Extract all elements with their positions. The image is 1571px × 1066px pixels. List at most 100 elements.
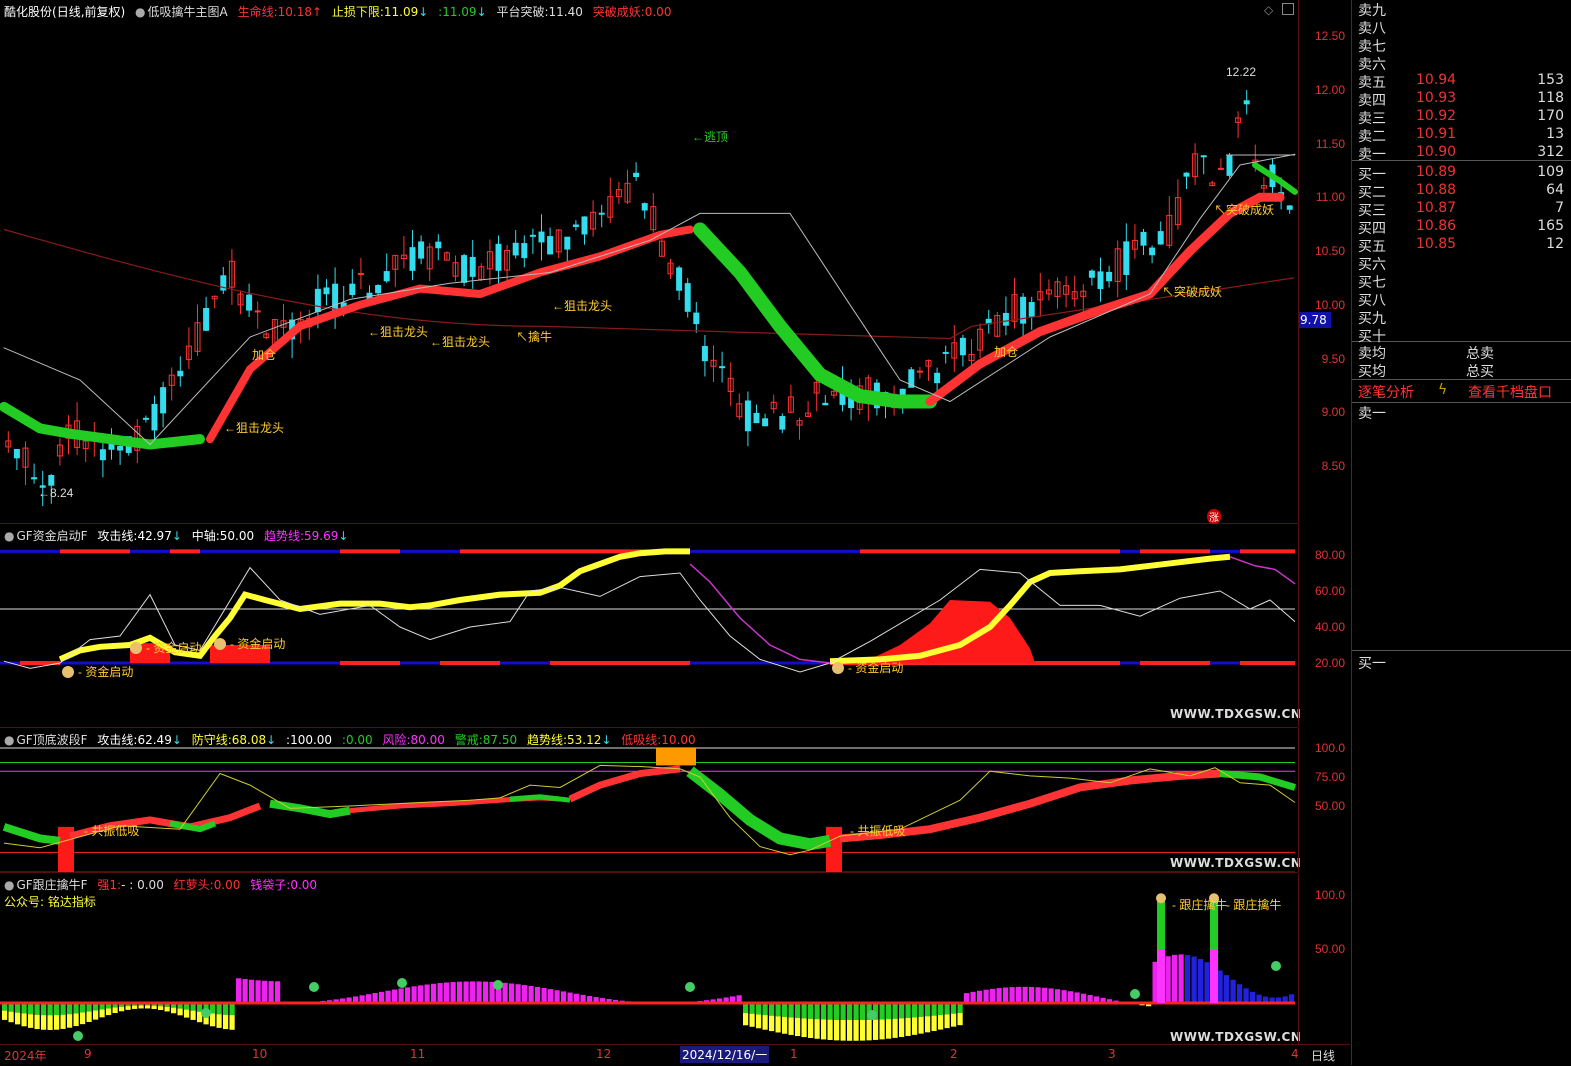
volume-bar-up xyxy=(1062,990,1067,1003)
ask-level-row[interactable]: 卖七 xyxy=(1358,36,1564,54)
indicator1-pane[interactable]: ●GF资金启动F 攻击线:42.97↓ 中轴:50.00 趋势线:59.69↓ … xyxy=(0,524,1298,728)
indicator3-pane[interactable]: ●GF跟庄擒牛F 强1:- : 0.00 红萝头:0.00 钱袋子:0.00 公… xyxy=(0,873,1298,1044)
volume-bar-down-green xyxy=(776,1003,781,1016)
volume-bar-down-yellow xyxy=(9,1012,14,1023)
volume-bar-up xyxy=(418,985,423,1003)
trend-line-end xyxy=(1230,557,1295,584)
volume-bar-up xyxy=(971,992,976,1003)
bid-level-row[interactable]: 买一10.89109 xyxy=(1358,164,1564,182)
ask-level-row[interactable]: 卖九 xyxy=(1358,0,1564,18)
bid-level-row[interactable]: 买二10.8864 xyxy=(1358,182,1564,200)
volume-bar-down-yellow xyxy=(61,1015,66,1029)
level-label: 买一 xyxy=(1358,164,1386,184)
follow-bull-label: - 跟庄擒牛 xyxy=(1226,897,1281,912)
ask-level-row[interactable]: 卖四10.93118 xyxy=(1358,90,1564,108)
volume-bar-down-yellow xyxy=(841,1020,846,1041)
x-label-sep: 9 xyxy=(84,1047,92,1061)
volume-bar-down-yellow xyxy=(1146,1004,1151,1006)
volume-bar-up xyxy=(1029,987,1034,1003)
level-label: 卖四 xyxy=(1358,90,1386,110)
candle-body xyxy=(324,288,329,294)
y-tick-label: 40.00 xyxy=(1315,620,1345,634)
volume-bar-down-green xyxy=(35,1003,40,1015)
ask-level-row[interactable]: 卖三10.92170 xyxy=(1358,108,1564,126)
volume-bar-up xyxy=(275,981,280,1003)
level-label: 买三 xyxy=(1358,200,1386,220)
volume-bar-down-green xyxy=(886,1003,891,1019)
green-band-6 xyxy=(1220,774,1295,788)
volume-bar-down-green xyxy=(841,1003,846,1020)
y-tick-label: 80.00 xyxy=(1315,548,1345,562)
candle-body xyxy=(565,237,570,249)
volume-bar-down-green xyxy=(919,1003,924,1017)
follow-bull-label: - 跟庄擒牛 xyxy=(1172,897,1227,912)
volume-bar-down-green xyxy=(230,1003,235,1015)
level-label: 买八 xyxy=(1358,290,1386,310)
level-label: 买四 xyxy=(1358,218,1386,238)
tick-analysis-button[interactable]: 逐笔分析 xyxy=(1358,382,1414,402)
volume-bar-up xyxy=(1231,980,1236,1003)
main-chart-pane[interactable]: 酷化股份(日线,前复权) ●低吸擒牛主图A 生命线:10.18↑ 止损下限:11… xyxy=(0,0,1298,524)
bid-level-row[interactable]: 买八 xyxy=(1358,290,1564,308)
volume-bar-down-yellow xyxy=(782,1017,787,1034)
candle-body xyxy=(1227,155,1232,175)
volume-bar-down-yellow xyxy=(74,1013,79,1026)
volume-bar-up xyxy=(1185,955,1190,1003)
level-volume: 13 xyxy=(1546,126,1564,142)
candle-body xyxy=(935,373,940,382)
level-price: 10.93 xyxy=(1416,90,1456,106)
indicator3-y-axis: 100.050.00 xyxy=(1298,873,1351,1044)
main-y-axis: 9.78 12.5012.0011.5011.0010.5010.009.509… xyxy=(1298,0,1351,523)
green-band-1 xyxy=(4,827,60,841)
volume-bar-down-green xyxy=(67,1003,72,1014)
ask-level-row[interactable]: 卖二10.9113 xyxy=(1358,126,1564,144)
spike-magenta xyxy=(1157,949,1165,1003)
candle-body xyxy=(1244,101,1249,104)
green-ribbon-drop xyxy=(700,230,930,402)
volume-bar-down-green xyxy=(48,1003,53,1015)
bid-level-row[interactable]: 买七 xyxy=(1358,272,1564,290)
volume-bar-down-yellow xyxy=(795,1018,800,1036)
candle-body xyxy=(582,217,587,234)
ask-level-row[interactable]: 卖五10.94153 xyxy=(1358,72,1564,90)
volume-bar-up xyxy=(236,978,241,1003)
volume-bar-down-yellow xyxy=(165,1007,170,1012)
ask-level-row[interactable]: 卖一10.90312 xyxy=(1358,144,1564,162)
volume-bar-down-green xyxy=(769,1003,774,1016)
volume-bar-up xyxy=(464,981,469,1003)
sell1-tab[interactable]: 卖一 xyxy=(1358,403,1386,423)
view-1000-levels-button[interactable]: 查看千档盘口 xyxy=(1468,382,1552,402)
chart-annotation: ←狙击龙头 xyxy=(430,335,490,349)
volume-bar-down-yellow xyxy=(906,1018,911,1036)
volume-bar-down-yellow xyxy=(854,1020,859,1041)
order-book-panel: 卖均 总卖 买均 总买 逐笔分析 ϟ 查看千档盘口 卖一 买一 卖九卖八卖七卖六… xyxy=(1351,0,1571,1065)
volume-bar-up xyxy=(1049,988,1054,1003)
candle-body xyxy=(470,257,475,276)
volume-bar-down-green xyxy=(854,1003,859,1020)
bid-level-row[interactable]: 买十 xyxy=(1358,326,1564,344)
bid-level-row[interactable]: 买六 xyxy=(1358,254,1564,272)
bid-level-row[interactable]: 买九 xyxy=(1358,308,1564,326)
chart-annotation: ←狙击龙头 xyxy=(368,325,428,339)
period-button[interactable]: 日线 xyxy=(1311,1047,1335,1064)
bid-level-row[interactable]: 买四10.86165 xyxy=(1358,218,1564,236)
ask-level-row[interactable]: 卖八 xyxy=(1358,18,1564,36)
ask-level-row[interactable]: 卖六 xyxy=(1358,54,1564,72)
buy1-tab[interactable]: 买一 xyxy=(1358,653,1386,673)
resonance-low-buy-label: - 共振低吸 xyxy=(850,824,905,838)
candle-body xyxy=(204,308,209,330)
volume-bar-down-green xyxy=(41,1003,46,1015)
bid-level-row[interactable]: 买五10.8512 xyxy=(1358,236,1564,254)
indicator2-pane[interactable]: ●GF顶底波段F 攻击线:62.49↓ 防守线:68.08↓ :100.00 :… xyxy=(0,728,1298,873)
candle-body xyxy=(530,235,535,236)
volume-bar-down-yellow xyxy=(223,1015,228,1029)
volume-bar-down-yellow xyxy=(912,1017,917,1035)
volume-bar-up xyxy=(431,984,436,1003)
volume-bar-down-green xyxy=(880,1003,885,1019)
candle-body xyxy=(436,242,441,248)
level-price: 10.89 xyxy=(1416,164,1456,180)
volume-bar-up xyxy=(425,985,430,1003)
volume-bar-down-green xyxy=(906,1003,911,1018)
volume-bar-down-green xyxy=(789,1003,794,1017)
bid-level-row[interactable]: 买三10.877 xyxy=(1358,200,1564,218)
